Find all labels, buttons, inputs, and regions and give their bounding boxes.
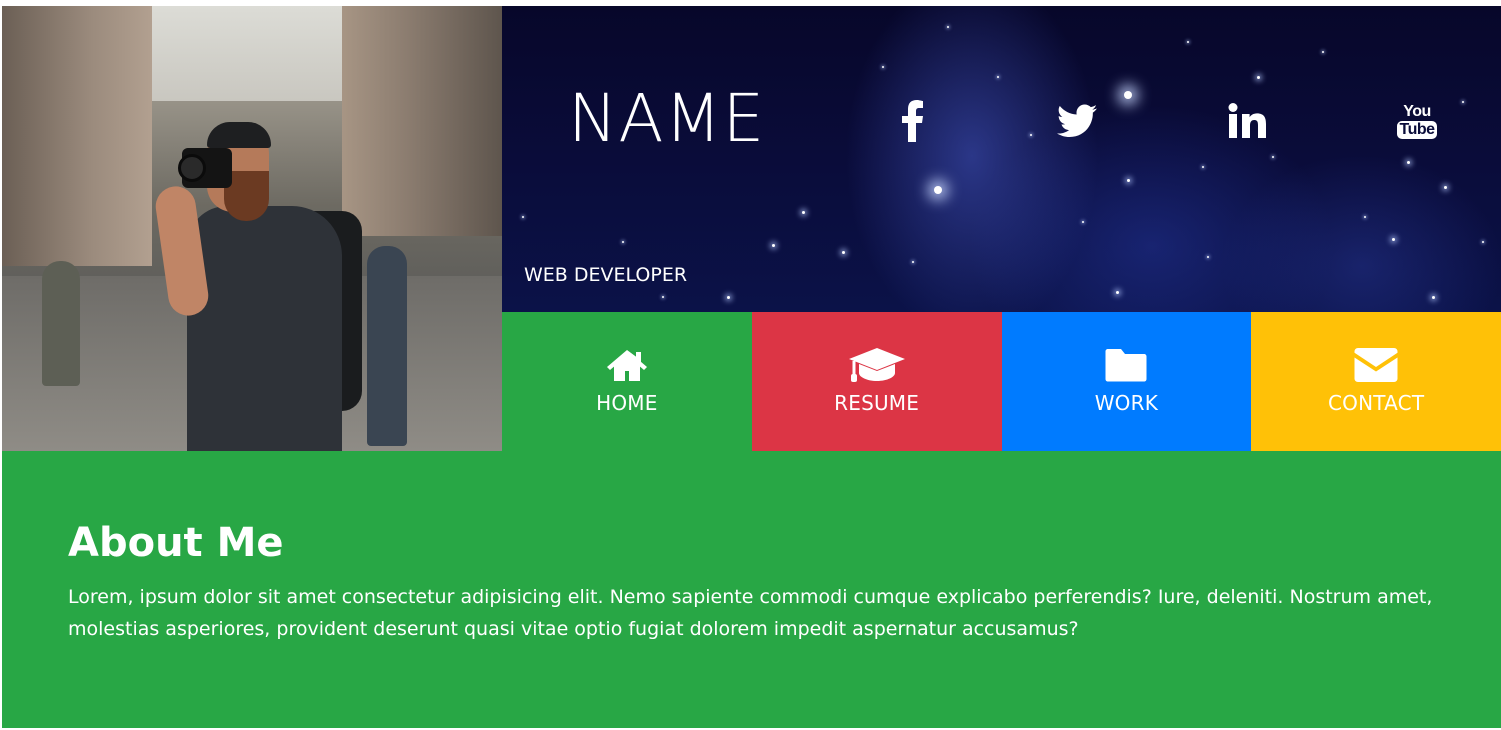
- site-name: NAME: [568, 80, 766, 157]
- linkedin-icon: [1228, 103, 1266, 138]
- home-icon: [606, 349, 647, 381]
- folder-icon: [1105, 348, 1147, 381]
- graduation-cap-icon: [848, 347, 905, 382]
- linkedin-link[interactable]: [1218, 96, 1278, 146]
- main-nav: HOME RESUME WORK CONTACT: [502, 312, 1501, 451]
- nav-home-label: HOME: [596, 390, 658, 415]
- youtube-icon-text-top: You: [1403, 102, 1431, 120]
- youtube-icon: You Tube: [1397, 102, 1437, 139]
- site-tagline: WEB DEVELOPER: [524, 264, 688, 286]
- nav-contact[interactable]: CONTACT: [1251, 312, 1501, 451]
- nav-work[interactable]: WORK: [1001, 312, 1252, 451]
- nav-home[interactable]: HOME: [502, 312, 752, 451]
- about-section: About Me Lorem, ipsum dolor sit amet con…: [2, 451, 1501, 728]
- nav-resume[interactable]: RESUME: [751, 312, 1002, 451]
- youtube-link[interactable]: You Tube: [1387, 96, 1447, 146]
- envelope-icon: [1354, 347, 1398, 382]
- about-title: About Me: [68, 520, 284, 566]
- twitter-link[interactable]: [1047, 96, 1107, 146]
- youtube-icon-text-bottom: Tube: [1397, 120, 1437, 139]
- facebook-icon: [902, 100, 923, 142]
- nav-work-label: WORK: [1094, 390, 1159, 415]
- nav-resume-label: RESUME: [834, 390, 920, 415]
- header-banner: NAME WEB DEVELOPER You Tube: [502, 6, 1501, 312]
- nav-contact-label: CONTACT: [1328, 390, 1425, 415]
- twitter-icon: [1057, 104, 1097, 137]
- about-body: Lorem, ipsum dolor sit amet consectetur …: [68, 586, 1433, 640]
- facebook-link[interactable]: [882, 96, 942, 146]
- profile-photo: [2, 6, 502, 451]
